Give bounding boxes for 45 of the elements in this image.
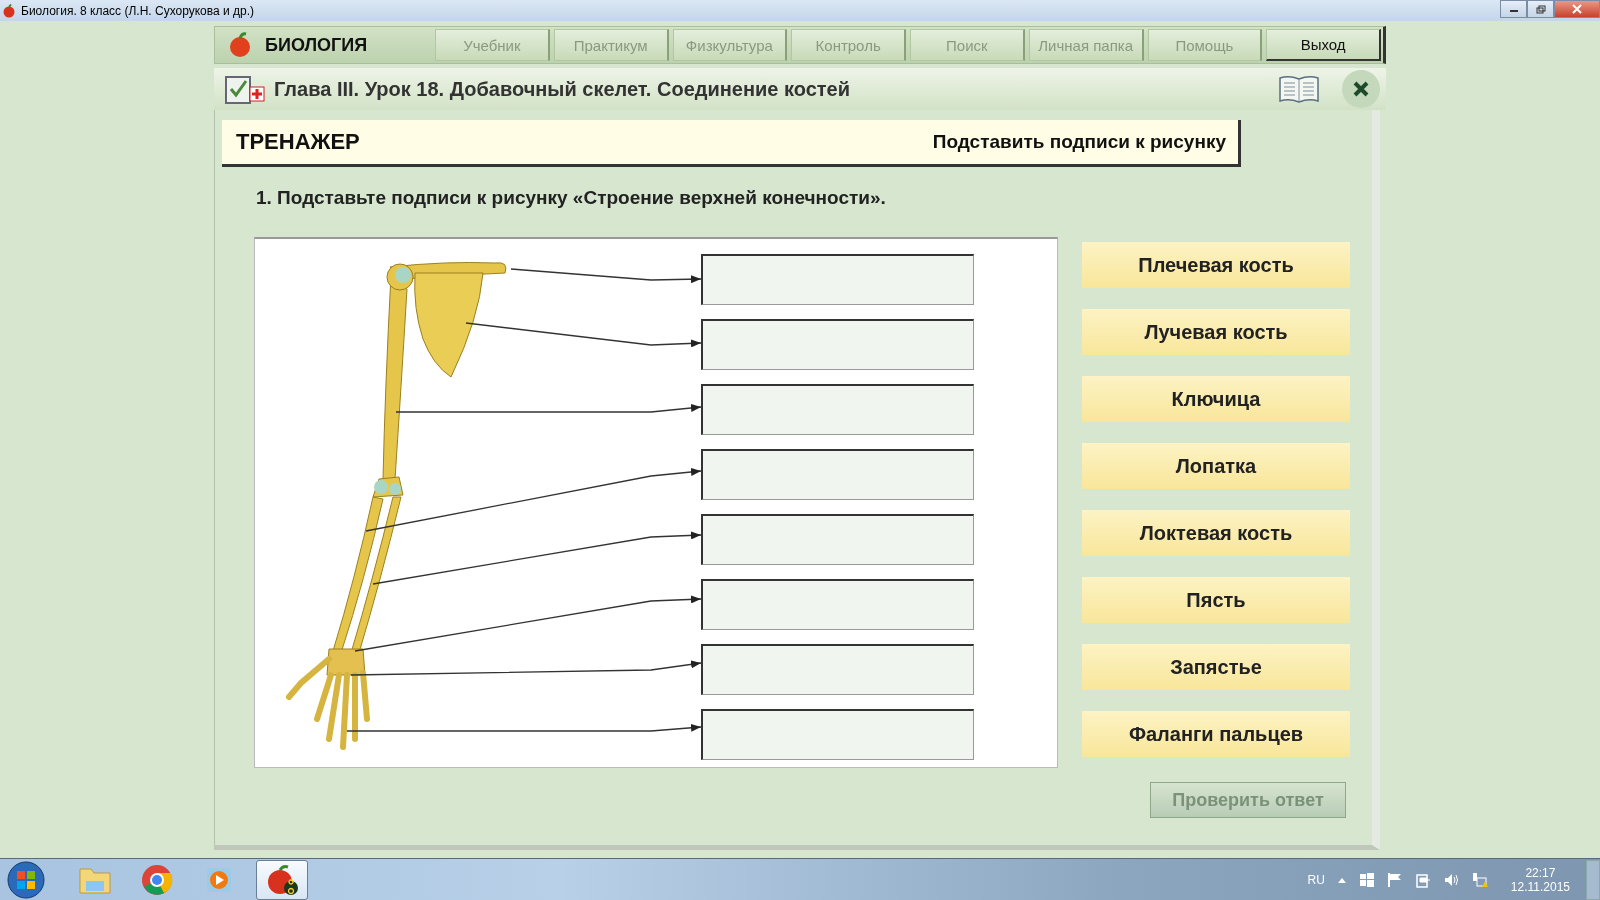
answer-label[interactable]: Ключица [1082, 376, 1350, 422]
task-title: Подставить подписи к рисунку [932, 131, 1226, 153]
minimize-button[interactable] [1500, 0, 1527, 18]
close-icon [1572, 4, 1582, 14]
close-icon [1352, 80, 1370, 98]
language-indicator[interactable]: RU [1307, 872, 1325, 887]
browser-icon [141, 863, 173, 896]
close-button[interactable] [1554, 0, 1600, 18]
apple-icon [2, 3, 16, 18]
start-icon[interactable] [6, 859, 46, 900]
drop-field[interactable] [701, 644, 974, 695]
app-brand: БИОЛОГИЯ [265, 34, 368, 56]
book-icon[interactable] [1278, 74, 1320, 104]
windows-icon[interactable] [1358, 871, 1375, 888]
drop-field[interactable] [701, 384, 974, 435]
flag-icon[interactable] [1386, 871, 1403, 888]
drop-field[interactable] [701, 709, 974, 760]
lesson-title: Глава III. Урок 18. Добавочный скелет. Соединение костей [274, 77, 851, 101]
taskbar-app[interactable] [256, 859, 308, 900]
close-button[interactable] [1342, 70, 1380, 108]
drop-field[interactable] [701, 514, 974, 565]
clock-time[interactable]: 22:17 [1525, 865, 1556, 880]
clock-date[interactable]: 12.11.2015 [1510, 879, 1570, 894]
drop-field[interactable] [701, 319, 974, 370]
drop-field[interactable] [701, 449, 974, 500]
apple-icon [265, 863, 299, 896]
answer-label[interactable]: Фаланги пальцев [1082, 711, 1350, 757]
network-warning-icon[interactable] [1470, 871, 1489, 888]
question-text: 1. Подставьте подписи к рисунку «Строение верхней конечности». [256, 187, 887, 209]
answer-label[interactable]: Локтевая кость [1082, 510, 1350, 556]
answer-label[interactable]: Запястье [1082, 644, 1350, 690]
drop-field[interactable] [701, 254, 974, 305]
checklist-icon [224, 73, 266, 105]
answer-label[interactable]: Лучевая кость [1082, 309, 1350, 355]
drop-field[interactable] [701, 579, 974, 630]
apple-icon [227, 32, 253, 58]
restore-button[interactable] [1527, 0, 1554, 18]
restore-icon [1535, 4, 1546, 14]
answer-label[interactable]: Пясть [1082, 577, 1350, 623]
answer-label[interactable]: Лопатка [1082, 443, 1350, 489]
window-title: Биология. 8 класс (Л.Н. Сухорукова и др.) [21, 3, 255, 18]
power-plug-icon[interactable] [1414, 871, 1431, 888]
trainer-title: ТРЕНАЖЕР [236, 129, 360, 155]
nav-tab[interactable]: Выход [1266, 29, 1381, 61]
answer-label[interactable]: Плечевая кость [1082, 242, 1350, 288]
